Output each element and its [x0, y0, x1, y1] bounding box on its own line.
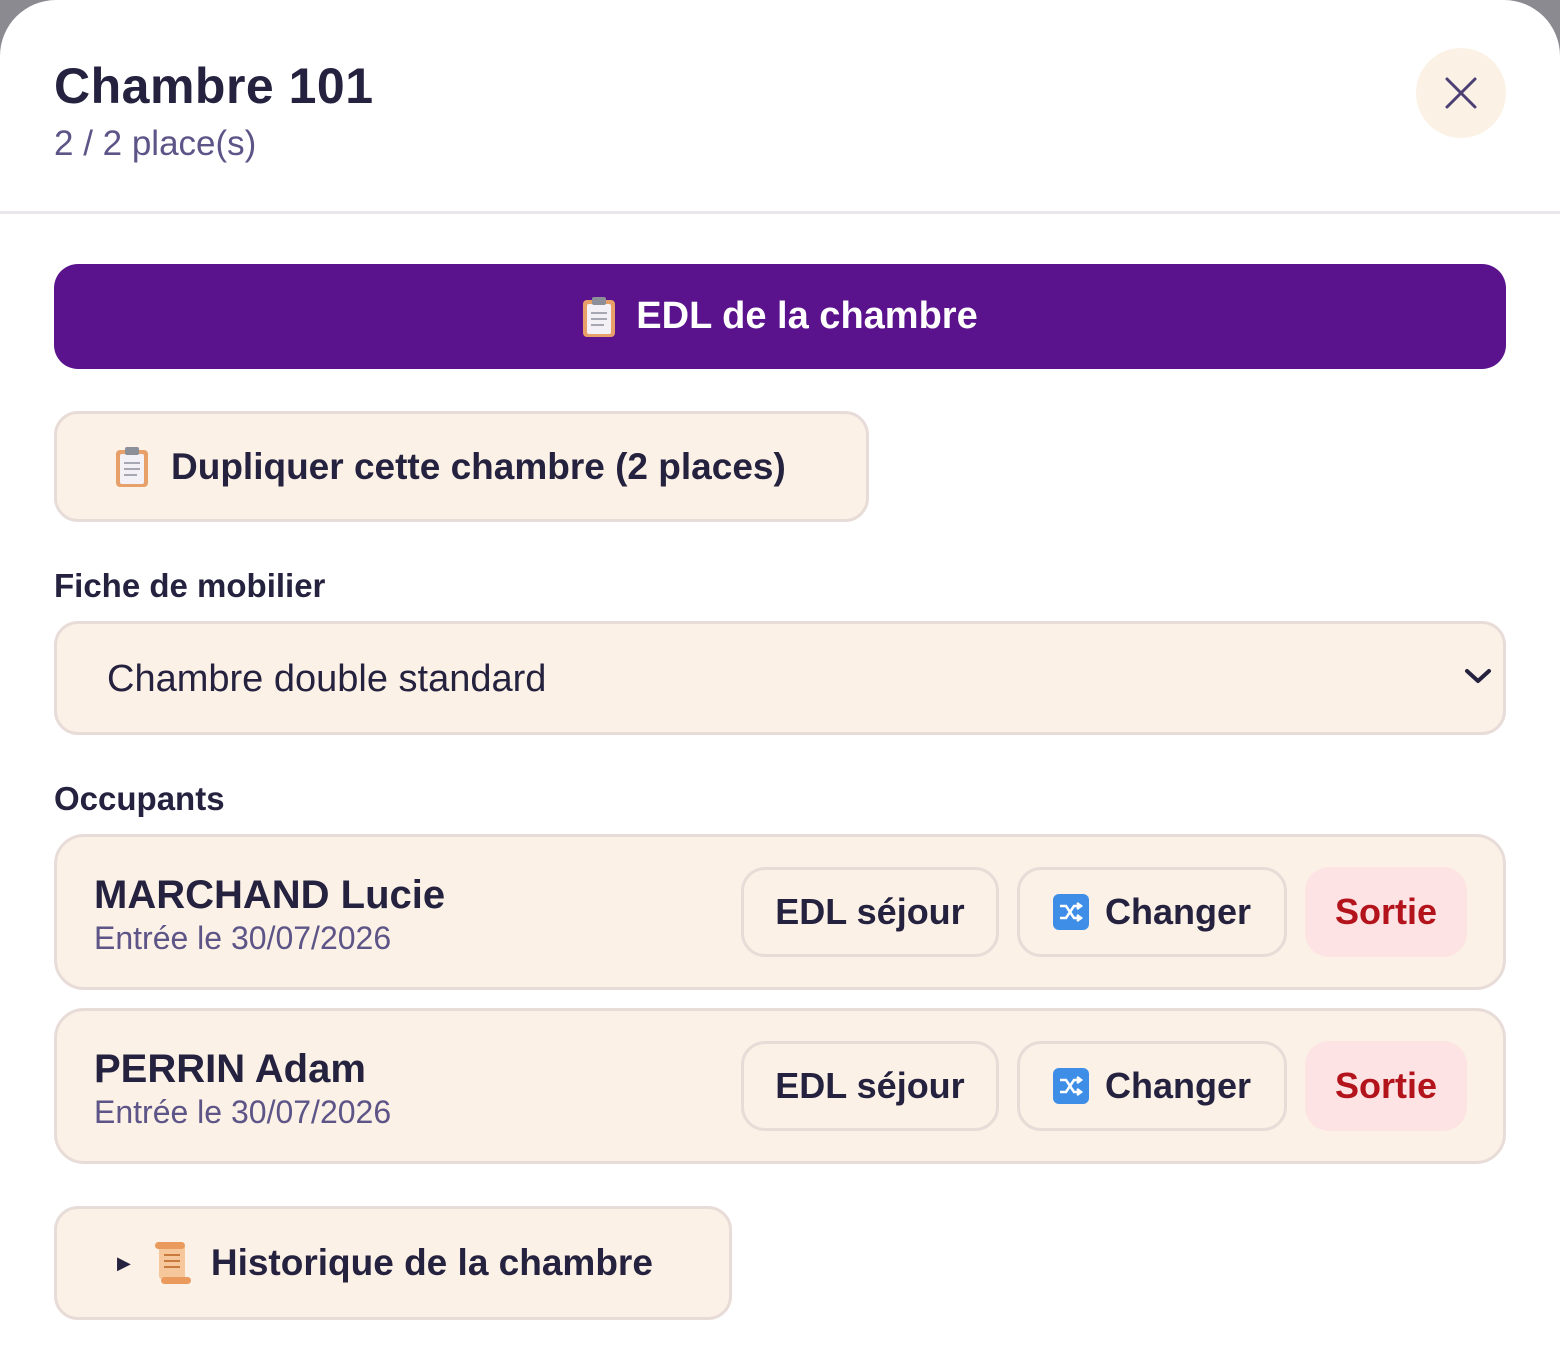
edl-stay-label: EDL séjour	[775, 891, 965, 932]
disclosure-triangle-icon: ▶	[117, 1252, 131, 1273]
exit-label: Sortie	[1334, 891, 1438, 932]
occupant-entry-date: Entrée le 30/07/2026	[94, 920, 392, 956]
room-history-label: Historique de la chambre	[210, 1242, 653, 1283]
room-modal: Chambre 101 2 / 2 place(s) EDL de la cha…	[0, 0, 1560, 1368]
furniture-select[interactable]: Chambre double standard	[54, 621, 1506, 735]
scroll-icon	[154, 1242, 191, 1284]
capacity-text: 2 / 2 place(s)	[54, 124, 257, 163]
modal-header: Chambre 101 2 / 2 place(s)	[0, 0, 1560, 214]
close-button[interactable]	[1416, 48, 1506, 138]
edl-stay-button[interactable]: EDL séjour	[741, 867, 999, 957]
change-room-button[interactable]: Changer	[1017, 1041, 1287, 1131]
exit-button[interactable]: Sortie	[1305, 1041, 1467, 1131]
edl-room-label: EDL de la chambre	[636, 295, 978, 337]
shuffle-icon	[1052, 894, 1089, 930]
change-room-label: Changer	[1104, 891, 1252, 932]
furniture-select-value: Chambre double standard	[107, 658, 547, 700]
change-room-button[interactable]: Changer	[1017, 867, 1287, 957]
clipboard-icon	[116, 446, 148, 487]
occupants-label: Occupants	[54, 780, 225, 817]
occupant-name: PERRIN Adam	[94, 1047, 366, 1091]
edl-room-button[interactable]: EDL de la chambre	[54, 264, 1506, 369]
occupant-card: MARCHAND Lucie Entrée le 30/07/2026 EDL …	[54, 834, 1506, 990]
duplicate-room-button[interactable]: Dupliquer cette chambre (2 places)	[54, 411, 869, 522]
occupant-card: PERRIN Adam Entrée le 30/07/2026 EDL séj…	[54, 1008, 1506, 1164]
clipboard-icon	[583, 296, 616, 337]
occupant-entry-date: Entrée le 30/07/2026	[94, 1094, 392, 1130]
edl-stay-label: EDL séjour	[775, 1065, 965, 1106]
exit-button[interactable]: Sortie	[1305, 867, 1467, 957]
furniture-label: Fiche de mobilier	[54, 567, 326, 604]
shuffle-icon	[1052, 1068, 1089, 1104]
chevron-down-icon	[1465, 669, 1491, 683]
duplicate-room-label: Dupliquer cette chambre (2 places)	[171, 445, 786, 487]
occupant-name: MARCHAND Lucie	[94, 873, 446, 917]
change-room-label: Changer	[1104, 1065, 1252, 1106]
page-title: Chambre 101	[54, 58, 374, 114]
edl-stay-button[interactable]: EDL séjour	[741, 1041, 999, 1131]
close-icon	[1445, 77, 1477, 109]
exit-label: Sortie	[1334, 1065, 1438, 1106]
room-history-toggle[interactable]: ▶ Historique de la chambre	[54, 1206, 732, 1320]
